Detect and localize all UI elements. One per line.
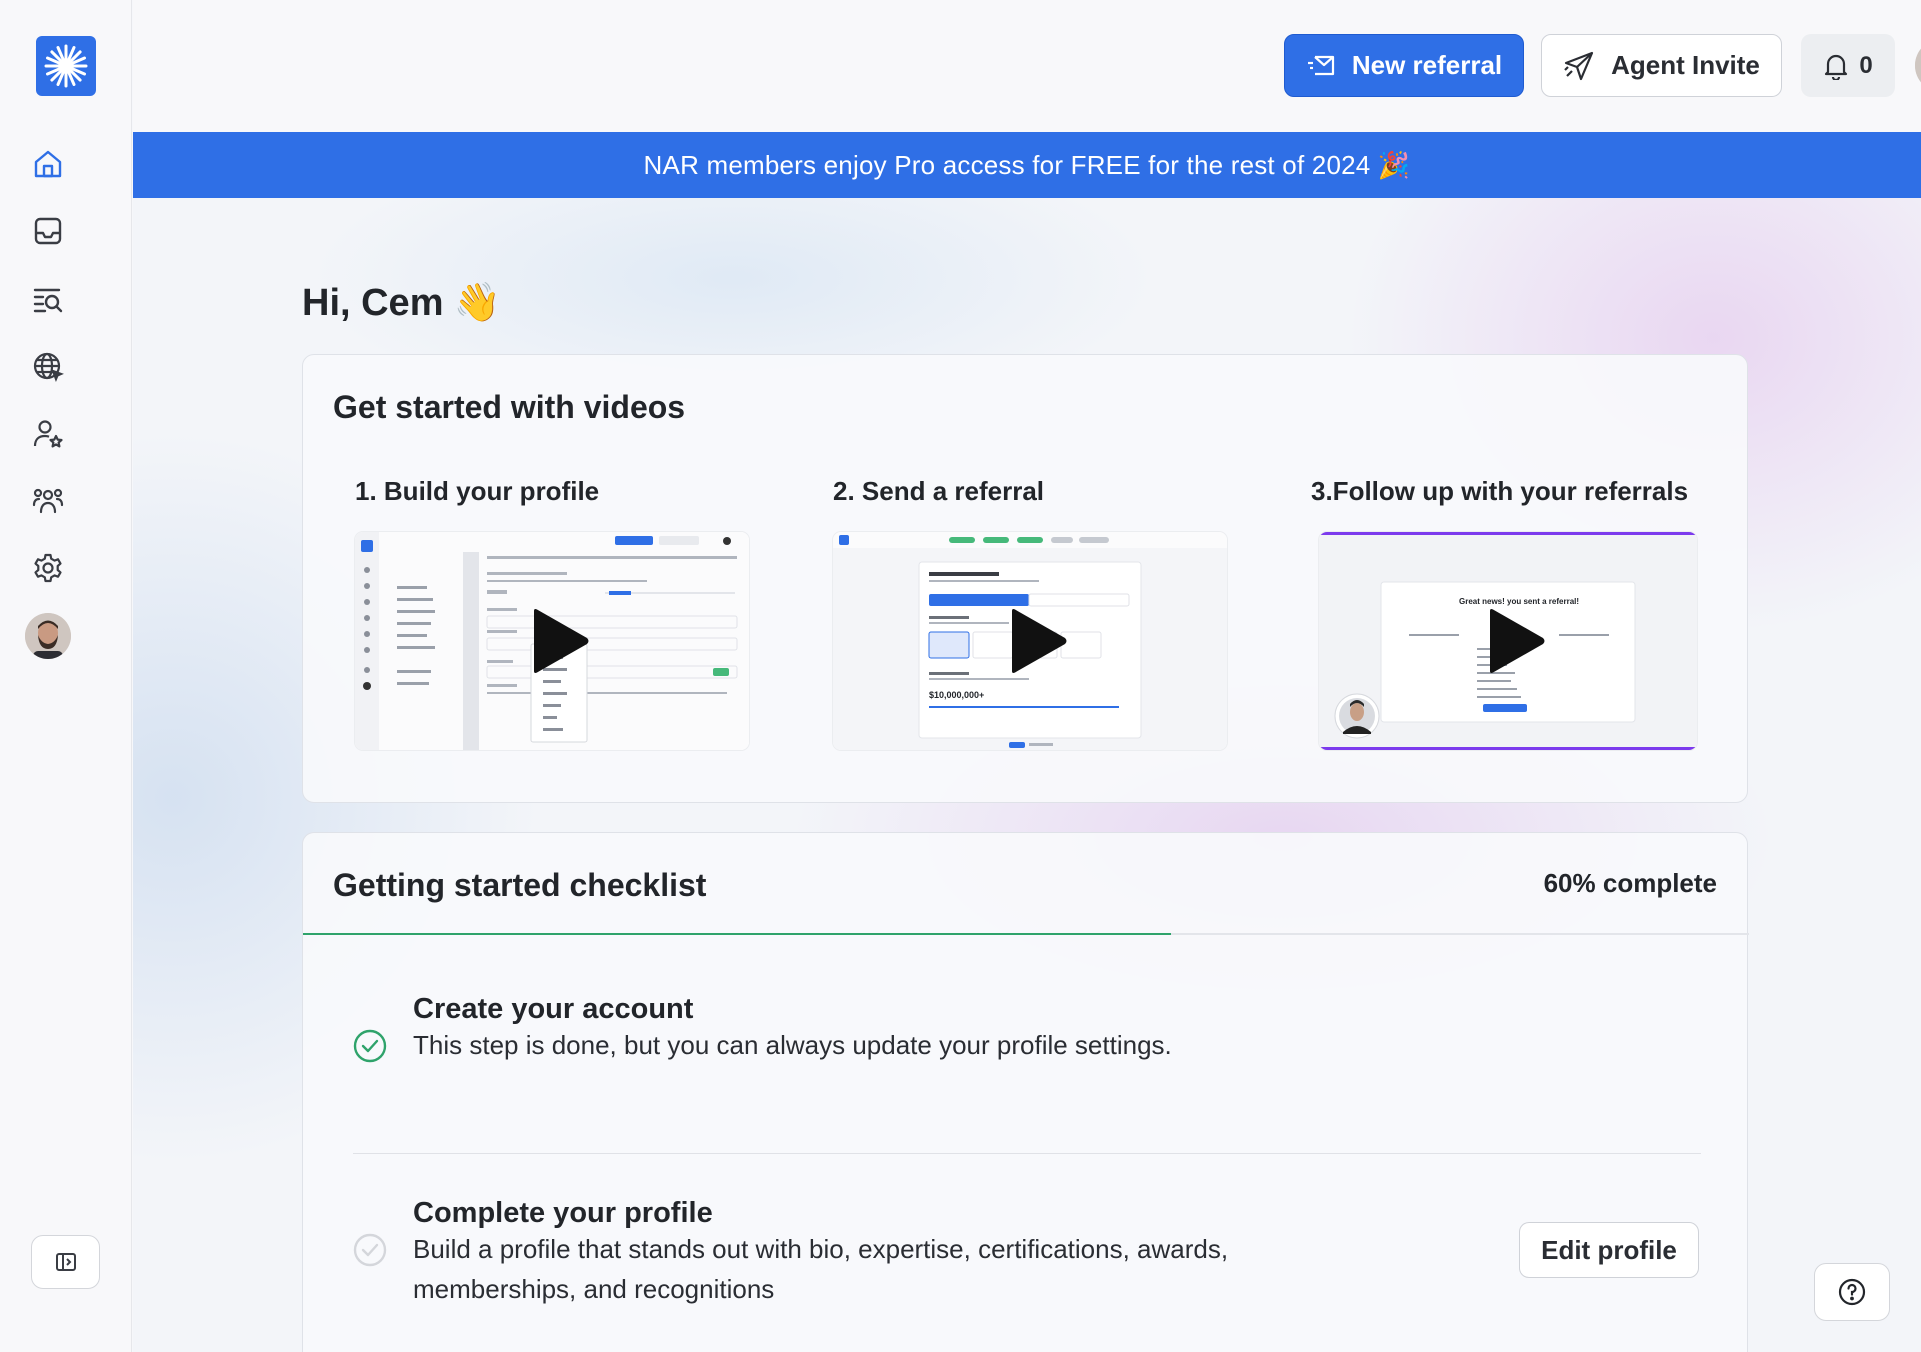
- checklist-item-title: Complete your profile: [413, 1197, 713, 1229]
- video-thumbnail-follow-up[interactable]: Great news! you sent a referral!: [1319, 532, 1697, 750]
- sidebar-item-agents[interactable]: [28, 414, 68, 454]
- checklist-item-description: Build a profile that stands out with bio…: [413, 1234, 1229, 1304]
- check-circle-icon: [353, 1029, 387, 1063]
- sidebar-item-inbox[interactable]: [28, 211, 68, 251]
- logo-burst-icon: [44, 44, 88, 88]
- video-thumbnail-build-profile[interactable]: [355, 532, 749, 750]
- help-button[interactable]: [1814, 1263, 1890, 1321]
- home-icon: [34, 150, 62, 178]
- checklist-item-title: Create your account: [413, 993, 694, 1025]
- page-greeting: Hi, Cem 👋: [302, 281, 501, 325]
- send-mail-icon: [1307, 55, 1334, 75]
- promo-banner: NAR members enjoy Pro access for FREE fo…: [133, 132, 1921, 198]
- paper-plane-icon: [1564, 51, 1594, 80]
- play-icon: [1490, 609, 1545, 673]
- video-title: 2. Send a referral: [833, 476, 1044, 506]
- video-thumbnail-send-referral[interactable]: $10,000,000+: [833, 532, 1227, 750]
- bell-icon: [1825, 54, 1848, 80]
- user-photo-icon: [25, 613, 71, 659]
- video-follow-up: 3.Follow up with your referrals Great ne…: [1311, 476, 1711, 750]
- notification-count: 0: [1859, 51, 1873, 79]
- video-title: 3.Follow up with your referrals: [1311, 476, 1689, 506]
- notifications-button[interactable]: 0: [1801, 34, 1895, 97]
- svg-text:Great news! you sent a referra: Great news! you sent a referral!: [1459, 597, 1579, 606]
- sidebar-item-settings[interactable]: [28, 548, 68, 588]
- check-circle-pending-icon[interactable]: [353, 1233, 387, 1267]
- sidebar-item-team[interactable]: [28, 481, 68, 521]
- video-build-profile: 1. Build your profile: [355, 476, 755, 750]
- sidebar-item-home[interactable]: [28, 144, 68, 184]
- new-referral-button[interactable]: New referral: [1284, 34, 1524, 97]
- play-icon: [1012, 609, 1067, 673]
- greeting-text: Hi, Cem: [302, 281, 444, 324]
- edit-profile-button[interactable]: Edit profile: [1519, 1222, 1699, 1278]
- help-icon: [1838, 1278, 1866, 1306]
- user-star-icon: [33, 420, 63, 448]
- checklist-title: Getting started checklist: [333, 867, 707, 903]
- play-icon: [534, 609, 589, 673]
- sidebar-item-search[interactable]: [28, 279, 68, 319]
- inbox-icon: [34, 217, 62, 245]
- app-logo[interactable]: [36, 36, 96, 96]
- sidebar: [0, 0, 132, 1352]
- promo-banner-text: NAR members enjoy Pro access for FREE fo…: [643, 149, 1411, 180]
- users-icon: [32, 488, 64, 514]
- videos-card-title: Get started with videos: [333, 389, 686, 425]
- checklist-progress-fill: [303, 933, 1171, 935]
- checklist-progress-bar: [303, 933, 1749, 935]
- account-avatar[interactable]: [1915, 39, 1921, 92]
- waving-hand-emoji: 👋: [453, 282, 501, 324]
- search-list-icon: [33, 288, 63, 313]
- agent-invite-label: Agent Invite: [1611, 50, 1760, 80]
- sidebar-item-network[interactable]: [28, 346, 68, 386]
- videos-card: Get started with videos 1. Build your pr…: [302, 354, 1748, 803]
- video-send-referral: 2. Send a referral $10,000,000+: [833, 476, 1233, 750]
- checklist-card: Getting started checklist 60% complete C…: [302, 832, 1749, 1352]
- checklist-divider: [353, 1153, 1701, 1154]
- video-title: 1. Build your profile: [355, 476, 600, 506]
- checklist-item-description: This step is done, but you can always up…: [413, 1030, 1172, 1060]
- user-avatar[interactable]: [25, 613, 71, 659]
- checklist-progress-label: 60% complete: [1543, 868, 1717, 898]
- agent-invite-button[interactable]: Agent Invite: [1541, 34, 1782, 97]
- user-photo-icon: [1915, 39, 1921, 92]
- sidebar-toggle-icon: [55, 1253, 76, 1271]
- new-referral-label: New referral: [1351, 50, 1503, 80]
- top-bar: New referral Agent Invite 0: [133, 0, 1921, 132]
- svg-text:$10,000,000+: $10,000,000+: [929, 690, 984, 700]
- globe-icon: [33, 352, 64, 382]
- dashboard-main: Hi, Cem 👋 Get started with videos 1. Bui…: [133, 198, 1921, 1352]
- collapse-sidebar-button[interactable]: [31, 1235, 100, 1289]
- gear-icon: [34, 553, 62, 583]
